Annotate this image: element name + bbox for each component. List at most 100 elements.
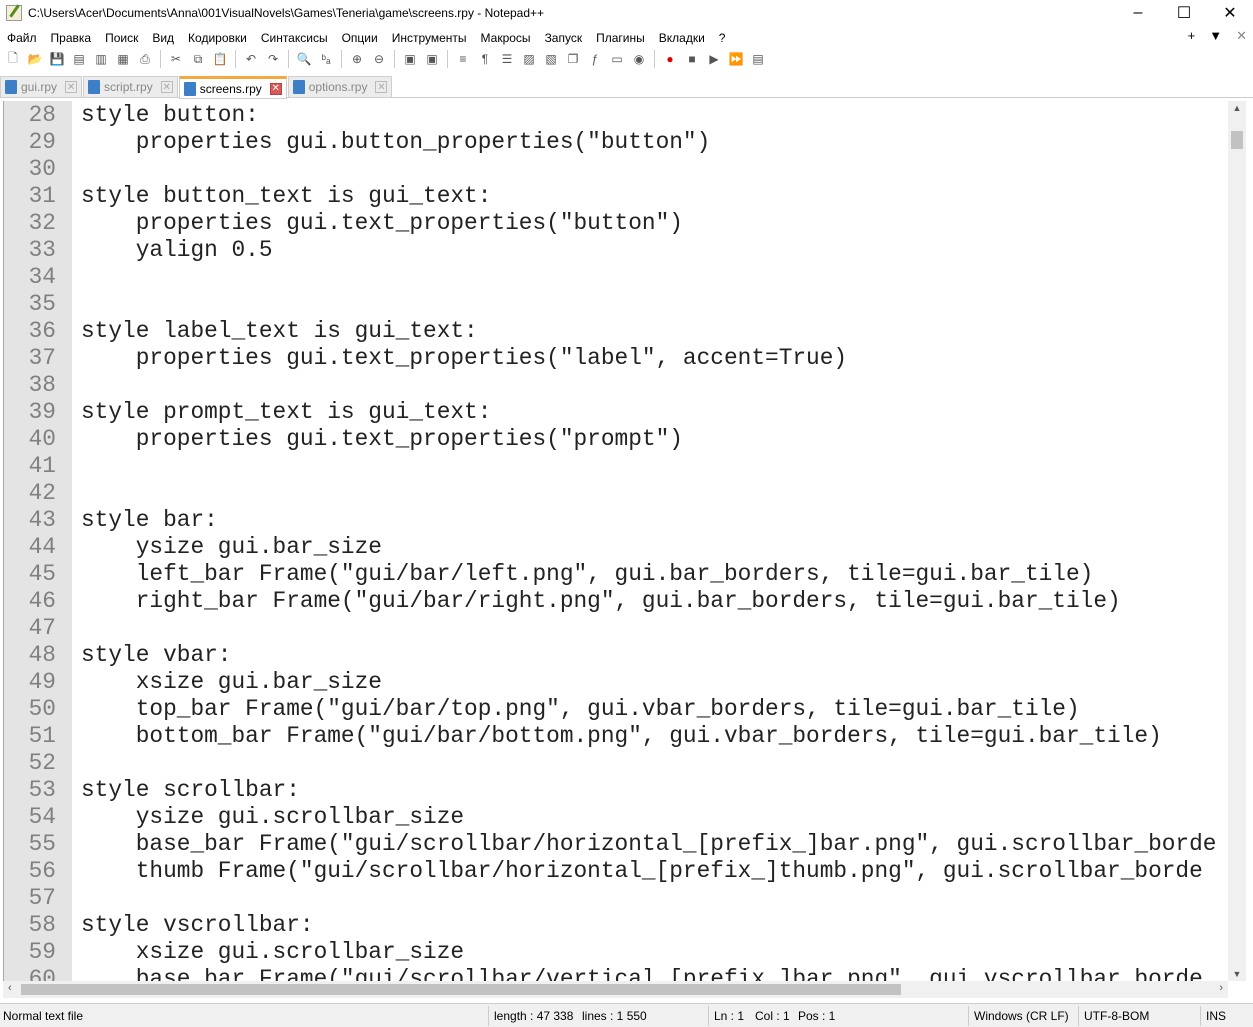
redo-icon[interactable]: ↷ [264, 50, 282, 68]
line-number: 39 [28, 398, 56, 425]
close-all-icon[interactable]: ▦ [114, 50, 132, 68]
new-file-icon[interactable]: 🗋 [4, 50, 22, 68]
zoom-out-icon[interactable]: ⊖ [370, 50, 388, 68]
close-tab-icon[interactable]: ✕ [269, 82, 282, 95]
toolbar-separator [654, 50, 655, 68]
code-text: properties gui.text_properties("prompt") [81, 425, 683, 452]
code-line: 38 [4, 371, 56, 398]
document-list-icon[interactable]: ❐ [564, 50, 582, 68]
code-text: style vscrollbar: [81, 911, 314, 938]
udl-icon[interactable]: ▨ [520, 50, 538, 68]
sync-horizontal-icon[interactable]: ▣ [423, 50, 441, 68]
status-eol[interactable]: Windows (CR LF) [974, 1009, 1069, 1023]
show-all-chars-icon[interactable]: ¶ [476, 50, 494, 68]
line-number: 34 [28, 263, 56, 290]
code-text: properties gui.text_properties("button") [81, 209, 683, 236]
close-icon[interactable]: ▥ [92, 50, 110, 68]
code-text: right_bar Frame("gui/bar/right.png", gui… [81, 587, 1121, 614]
tab-script-rpy[interactable]: script.rpy ✕ [83, 76, 178, 98]
scroll-left-icon[interactable]: ‹ [8, 982, 12, 994]
code-text: style bar: [81, 506, 218, 533]
function-list-icon[interactable]: ƒ [586, 50, 604, 68]
horizontal-scrollbar[interactable]: ‹ › [3, 981, 1228, 998]
tab-label: script.rpy [104, 80, 153, 94]
status-bar: Normal text file length : 47 338 lines :… [0, 1003, 1253, 1027]
line-number: 53 [28, 776, 56, 803]
stop-macro-icon[interactable]: ■ [683, 50, 701, 68]
paste-icon[interactable]: 📋 [211, 50, 229, 68]
line-number: 60 [28, 965, 56, 982]
menu-item[interactable]: Правка [44, 31, 99, 45]
line-number: 32 [28, 209, 56, 236]
scroll-right-icon[interactable]: › [1219, 982, 1223, 994]
replace-icon[interactable]: ᵇₐ [317, 50, 335, 68]
menu-item[interactable]: Синтаксисы [254, 31, 335, 45]
close-doc-button[interactable]: ✕ [1236, 28, 1247, 44]
undo-icon[interactable]: ↶ [242, 50, 260, 68]
code-line: 41 [4, 452, 56, 479]
minimize-button[interactable]: – [1115, 0, 1161, 26]
word-wrap-icon[interactable]: ≡ [454, 50, 472, 68]
sync-vertical-icon[interactable]: ▣ [401, 50, 419, 68]
line-number: 56 [28, 857, 56, 884]
record-macro-icon[interactable]: ● [661, 50, 679, 68]
close-tab-icon[interactable]: ✕ [375, 81, 388, 93]
indent-guide-icon[interactable]: ☰ [498, 50, 516, 68]
status-encoding[interactable]: UTF-8-BOM [1084, 1009, 1149, 1023]
find-icon[interactable]: 🔍 [295, 50, 313, 68]
tab-list-button[interactable]: ▼ [1209, 28, 1222, 44]
vertical-scroll-thumb[interactable] [1231, 131, 1243, 149]
copy-icon[interactable]: ⧉ [189, 50, 207, 68]
code-editor[interactable]: 28 style button: 29 properties gui.button_… [3, 101, 1228, 981]
menu-item[interactable]: Вкладки [652, 31, 712, 45]
menu-item[interactable]: Запуск [538, 31, 590, 45]
code-line: 33 yalign 0.5 [4, 236, 273, 263]
print-icon[interactable]: ⎙ [136, 50, 154, 68]
line-number: 52 [28, 749, 56, 776]
menu-item[interactable]: Опции [335, 31, 385, 45]
maximize-button[interactable]: ☐ [1161, 0, 1207, 26]
menu-item[interactable]: Плагины [589, 31, 652, 45]
run-macro-multiple-icon[interactable]: ⏩ [727, 50, 745, 68]
zoom-in-icon[interactable]: ⊕ [348, 50, 366, 68]
line-number: 41 [28, 452, 56, 479]
menu-item[interactable]: Вид [145, 31, 181, 45]
horizontal-scroll-thumb[interactable] [21, 984, 901, 995]
menu-item[interactable]: ? [712, 31, 733, 45]
folder-workspace-icon[interactable]: ▭ [608, 50, 626, 68]
line-number: 58 [28, 911, 56, 938]
document-map-icon[interactable]: ▧ [542, 50, 560, 68]
scroll-down-icon[interactable]: ▼ [1228, 969, 1246, 979]
close-tab-icon[interactable]: ✕ [160, 81, 173, 93]
code-line: 37 properties gui.text_properties("label… [4, 344, 847, 371]
vertical-scrollbar[interactable]: ▲ ▼ [1228, 101, 1246, 981]
play-macro-icon[interactable]: ▶ [705, 50, 723, 68]
close-tab-icon[interactable]: ✕ [65, 81, 78, 93]
close-button[interactable]: ✕ [1207, 0, 1253, 26]
menu-item[interactable]: Поиск [98, 31, 145, 45]
menu-item[interactable]: Макросы [474, 31, 538, 45]
menu-item[interactable]: Файл [0, 31, 44, 45]
code-text: style label_text is gui_text: [81, 317, 478, 344]
tab-options-rpy[interactable]: options.rpy ✕ [287, 76, 393, 98]
cut-icon[interactable]: ✂ [167, 50, 185, 68]
menu-item[interactable]: Кодировки [181, 31, 254, 45]
new-tab-button[interactable]: + [1188, 28, 1196, 44]
code-line: 55 base_bar Frame("gui/scrollbar/horizon… [4, 830, 1217, 857]
tab-label: options.rpy [308, 80, 368, 94]
menu-item[interactable]: Инструменты [385, 31, 474, 45]
open-file-icon[interactable]: 📂 [26, 50, 44, 68]
save-icon[interactable]: 💾 [48, 50, 66, 68]
status-column: Col : 1 [755, 1009, 790, 1023]
line-number: 44 [28, 533, 56, 560]
code-line: 46 right_bar Frame("gui/bar/right.png", … [4, 587, 1121, 614]
scroll-up-icon[interactable]: ▲ [1228, 103, 1246, 113]
code-text: top_bar Frame("gui/bar/top.png", gui.vba… [81, 695, 1080, 722]
line-number: 48 [28, 641, 56, 668]
code-text: style button_text is gui_text: [81, 182, 492, 209]
save-all-icon[interactable]: ▤ [70, 50, 88, 68]
monitoring-icon[interactable]: ◉ [630, 50, 648, 68]
save-macro-icon[interactable]: ▤ [749, 50, 767, 68]
tab-screens-rpy[interactable]: screens.rpy ✕ [178, 76, 287, 99]
tab-gui-rpy[interactable]: gui.rpy ✕ [0, 76, 83, 98]
